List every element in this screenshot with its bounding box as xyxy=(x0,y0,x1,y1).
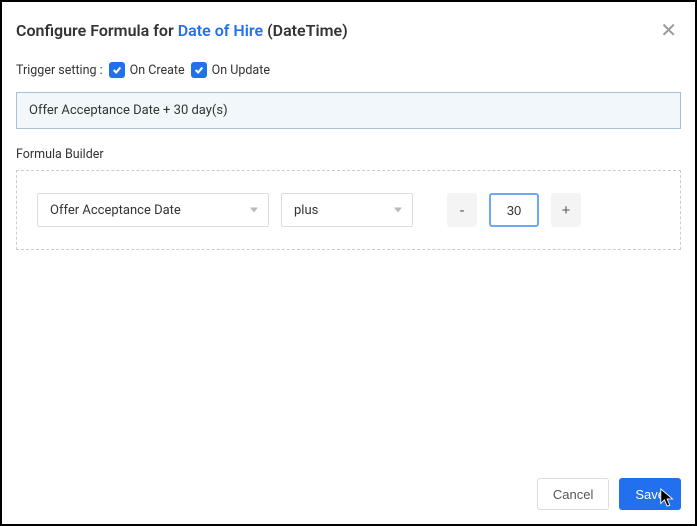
on-create-label: On Create xyxy=(130,63,185,78)
modal-header: Configure Formula for Date of Hire (Date… xyxy=(16,16,681,44)
checkbox-icon xyxy=(109,62,125,78)
decrement-button[interactable]: - xyxy=(447,193,477,227)
save-button[interactable]: Save xyxy=(619,478,681,510)
builder-label: Formula Builder xyxy=(16,147,681,162)
checkbox-icon xyxy=(191,62,207,78)
title-field-link[interactable]: Date of Hire xyxy=(178,21,263,40)
chevron-down-icon xyxy=(394,208,402,213)
close-icon[interactable]: ✕ xyxy=(656,16,681,44)
field-select-value: Offer Acceptance Date xyxy=(50,203,181,218)
days-input[interactable] xyxy=(489,193,539,227)
operator-select-value: plus xyxy=(294,203,318,218)
title-prefix: Configure Formula for xyxy=(16,21,178,40)
modal-title: Configure Formula for Date of Hire (Date… xyxy=(16,21,348,40)
operator-select[interactable]: plus xyxy=(281,193,413,227)
formula-builder-section: Formula Builder Offer Acceptance Date pl… xyxy=(16,147,681,464)
cancel-button[interactable]: Cancel xyxy=(537,478,609,510)
increment-button[interactable]: + xyxy=(551,193,581,227)
field-select[interactable]: Offer Acceptance Date xyxy=(37,193,269,227)
title-suffix: (DateTime) xyxy=(263,21,348,40)
on-create-checkbox[interactable]: On Create xyxy=(109,62,185,78)
trigger-label: Trigger setting : xyxy=(16,63,103,78)
configure-formula-modal: Configure Formula for Date of Hire (Date… xyxy=(2,2,695,524)
builder-row: Offer Acceptance Date plus - + xyxy=(37,193,660,227)
on-update-checkbox[interactable]: On Update xyxy=(191,62,270,78)
chevron-down-icon xyxy=(250,208,258,213)
builder-box: Offer Acceptance Date plus - + xyxy=(16,170,681,250)
modal-footer: Cancel Save xyxy=(16,464,681,510)
on-update-label: On Update xyxy=(212,63,270,78)
trigger-setting-row: Trigger setting : On Create On Update xyxy=(16,62,681,78)
formula-preview: Offer Acceptance Date + 30 day(s) xyxy=(16,92,681,129)
